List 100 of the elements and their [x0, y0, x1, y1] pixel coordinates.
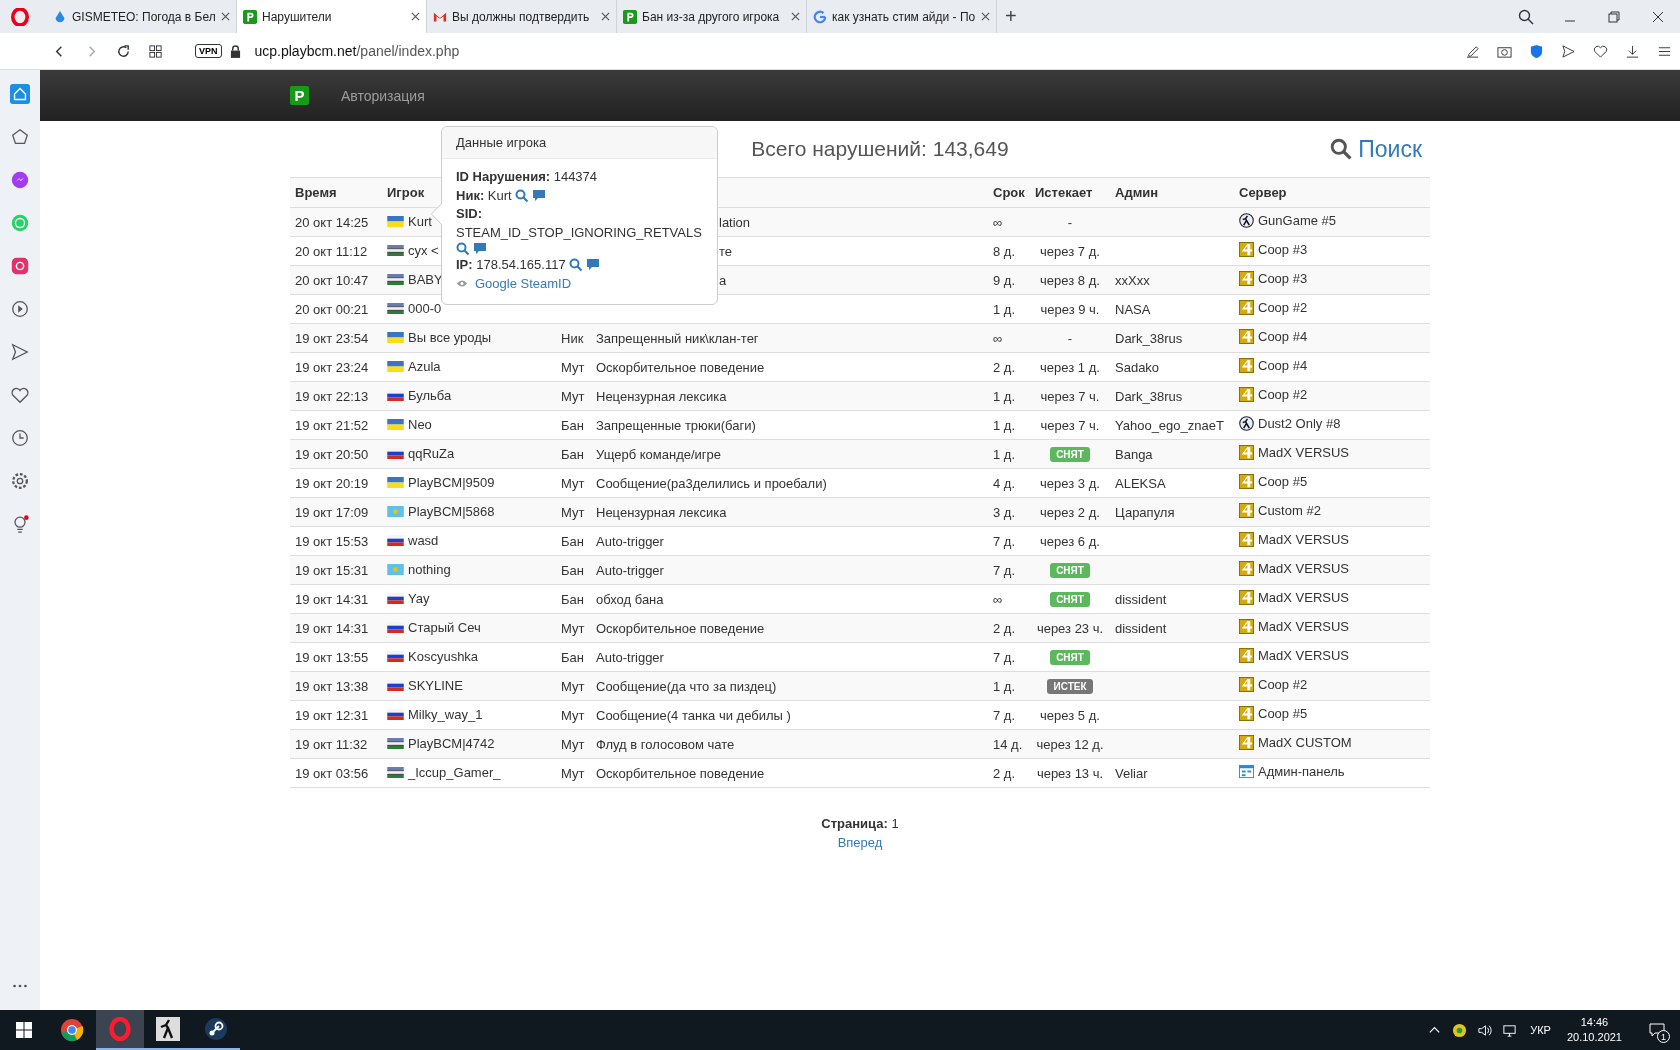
heart-icon[interactable]	[1593, 43, 1608, 59]
player-link[interactable]: wasd	[408, 533, 439, 548]
game-logo-icon	[1239, 242, 1254, 257]
comment-icon[interactable]	[585, 258, 600, 273]
messenger-icon[interactable]	[10, 170, 30, 190]
term-cell: ∞	[993, 330, 1003, 346]
reason-cell: Нецензурная лексика	[596, 388, 727, 404]
chat-icon	[1649, 1022, 1665, 1038]
shield-icon[interactable]	[1529, 43, 1544, 59]
edit-icon[interactable]	[1465, 43, 1480, 59]
time-cell: 19 окт 15:53	[295, 533, 369, 549]
browser-tab[interactable]: Нарушители	[237, 0, 427, 33]
flag-icon	[387, 303, 404, 314]
close-icon[interactable]	[221, 12, 230, 21]
player-link[interactable]: Milky_way_1	[408, 707, 483, 722]
restore-icon[interactable]	[1606, 8, 1622, 25]
field-text: ID Нарушения: 144374	[456, 168, 598, 186]
game-logo-icon	[1239, 677, 1254, 692]
server-name: Админ-панель	[1258, 764, 1345, 779]
expires-cell: через 3 д.	[1040, 475, 1100, 491]
nav-link[interactable]: Авторизация	[341, 87, 425, 104]
google-steamid-link[interactable]: Google SteamID	[475, 274, 572, 293]
network-icon[interactable]	[1502, 1022, 1518, 1038]
reason-cell: те	[719, 243, 733, 259]
search-link[interactable]: Поиск	[1330, 135, 1422, 163]
player-link[interactable]: 000-0	[408, 301, 442, 316]
send-icon[interactable]	[10, 342, 30, 362]
heart-icon[interactable]	[10, 385, 30, 405]
term-cell: 2 д.	[993, 765, 1016, 781]
comment-icon[interactable]	[531, 188, 546, 203]
close-icon[interactable]	[791, 12, 800, 21]
reason-cell: Оскорбительное поведение	[596, 620, 765, 636]
tray-app-icon[interactable]	[1452, 1022, 1468, 1038]
player-link[interactable]: Azula	[408, 359, 441, 374]
game-logo-icon	[1239, 300, 1254, 315]
close-icon[interactable]	[601, 12, 610, 21]
vpn-badge[interactable]: VPN	[195, 44, 222, 58]
notifications-button[interactable]: 1	[1642, 1015, 1672, 1045]
term-cell: 1 д.	[993, 678, 1016, 694]
volume-icon[interactable]	[1477, 1022, 1493, 1038]
steam-icon	[204, 1017, 228, 1041]
time-cell: 19 окт 14:31	[295, 591, 369, 607]
player-link[interactable]: Yay	[408, 591, 430, 606]
player-link[interactable]: SKYLINE	[408, 678, 463, 693]
settings-icon[interactable]	[10, 471, 30, 491]
opera-logo-icon[interactable]	[11, 7, 29, 26]
admin-cell: NASA	[1115, 301, 1151, 317]
search-icon	[1330, 138, 1353, 160]
play-icon[interactable]	[10, 299, 30, 319]
reason-cell: Оскорбительное поведение	[596, 359, 765, 375]
site-logo[interactable]: P	[290, 86, 309, 105]
player-link[interactable]: BABY	[408, 272, 443, 287]
download-icon[interactable]	[1625, 43, 1640, 59]
type-cell: Мут	[561, 388, 585, 404]
grid-icon[interactable]	[148, 43, 163, 59]
time-cell: 19 окт 12:31	[295, 707, 369, 723]
new-tab-button[interactable]: +	[997, 5, 1025, 28]
player-link[interactable]: PlayBCM|9509	[408, 475, 495, 490]
player-link[interactable]: _Iccup_Gamer_	[408, 765, 501, 780]
search-icon[interactable]	[568, 258, 583, 273]
flag-icon	[387, 361, 404, 372]
next-page-link[interactable]: Вперед	[837, 835, 883, 850]
search-icon[interactable]	[1518, 8, 1534, 25]
instagram-icon[interactable]	[10, 256, 30, 276]
term-cell: ∞	[993, 591, 1003, 607]
player-link[interactable]: Kurt	[408, 214, 432, 229]
server-name: Coop #3	[1258, 242, 1308, 257]
player-link[interactable]: cyx <	[408, 243, 439, 258]
term-cell: 3 д.	[993, 504, 1016, 520]
player-link[interactable]: Бульба	[408, 388, 452, 403]
send-icon[interactable]	[1561, 43, 1576, 59]
status-badge: СНЯТ	[1050, 650, 1090, 665]
player-link[interactable]: qqRuZa	[408, 446, 455, 461]
close-icon[interactable]	[411, 12, 420, 21]
player-link[interactable]: Neo	[408, 417, 432, 432]
language-indicator[interactable]: УКР	[1530, 1024, 1551, 1036]
search-icon[interactable]	[514, 188, 529, 203]
expires-cell: через 6 д.	[1040, 533, 1100, 549]
game-logo-icon	[1239, 387, 1254, 402]
expires-cell: через 7 ч.	[1040, 388, 1100, 404]
time-cell: 19 окт 14:31	[295, 620, 369, 636]
time-cell: 19 окт 22:13	[295, 388, 369, 404]
close-icon[interactable]	[981, 12, 990, 21]
windows-start-icon[interactable]	[16, 1022, 32, 1038]
search-icon[interactable]	[456, 242, 470, 256]
server-name: Coop #4	[1258, 358, 1308, 373]
clock[interactable]: 14:46 20.10.2021	[1566, 1015, 1622, 1045]
player-link[interactable]: nothing	[408, 562, 451, 577]
clock-icon[interactable]	[10, 428, 30, 448]
comment-icon[interactable]	[473, 242, 487, 256]
home-icon[interactable]	[10, 84, 30, 104]
time-cell: 19 окт 21:52	[295, 417, 369, 433]
status-badge: ИСТЕК	[1047, 679, 1093, 694]
url-text[interactable]: ucp.playbcm.net/panel/index.php	[254, 43, 460, 59]
player-link[interactable]: Koscyushka	[408, 649, 479, 664]
type-cell: Мут	[561, 475, 585, 491]
column-header: Админ	[1115, 185, 1159, 200]
type-cell: Мут	[561, 359, 585, 375]
reload-icon[interactable]	[116, 43, 131, 59]
reason-cell: lation	[719, 214, 751, 230]
